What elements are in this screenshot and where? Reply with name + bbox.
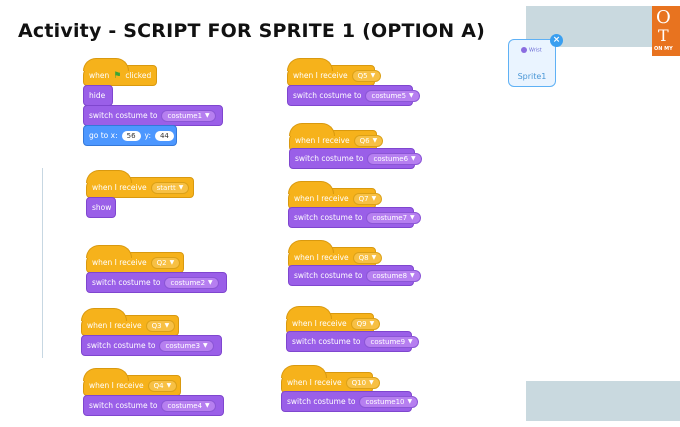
costume-dropdown[interactable]: costume8 ▼ — [366, 269, 421, 282]
dropdown-arrow-icon: ▼ — [369, 379, 374, 386]
switch-costume-block-5[interactable]: switch costume to costume5 ▼ — [287, 85, 420, 106]
sprite-thumbnail: Wrist — [521, 47, 545, 59]
dropdown-arrow-icon: ▼ — [371, 195, 377, 202]
message-dropdown[interactable]: Q5 ▼ — [351, 69, 382, 82]
hide-block[interactable]: hide — [83, 85, 113, 106]
dropdown-arrow-icon: ▼ — [370, 72, 376, 79]
dropdown-arrow-icon: ▼ — [169, 259, 175, 266]
when-receive-q2-block[interactable]: when I receive Q2 ▼ — [86, 245, 184, 273]
dropdown-arrow-icon: ▼ — [409, 92, 414, 99]
when-flag-clicked-block[interactable]: when ⚑ clicked — [83, 58, 157, 86]
dropdown-arrow-icon: ▼ — [203, 342, 208, 349]
when-receive-q7-block[interactable]: when I receive Q7 ▼ — [288, 181, 383, 209]
costume-dropdown[interactable]: costume9 ▼ — [364, 335, 419, 348]
when-receive-q10-block[interactable]: when I receive Q10 ▼ — [281, 365, 380, 393]
switch-costume-block-10[interactable]: switch costume to costume10 ▼ — [281, 391, 419, 412]
message-dropdown[interactable]: Q8 ▼ — [352, 251, 383, 264]
dropdown-arrow-icon: ▼ — [166, 382, 172, 389]
switch-costume-block-9[interactable]: switch costume to costume9 ▼ — [286, 331, 419, 352]
when-receive-q4-block[interactable]: when I receive Q4 ▼ — [83, 368, 181, 396]
switch-costume-block-2[interactable]: switch costume to costume2 ▼ — [86, 272, 227, 293]
switch-costume-block-3[interactable]: switch costume to costume3 ▼ — [81, 335, 222, 356]
when-receive-q3-block[interactable]: when I receive Q3 ▼ — [81, 308, 179, 336]
dropdown-arrow-icon: ▼ — [164, 322, 170, 329]
message-dropdown[interactable]: Q3 ▼ — [145, 319, 176, 332]
costume-dropdown[interactable]: costume10 ▼ — [359, 395, 419, 408]
close-icon[interactable]: × — [550, 34, 563, 47]
costume-dropdown[interactable]: costume3 ▼ — [159, 339, 214, 352]
dropdown-arrow-icon: ▼ — [372, 137, 378, 144]
when-receive-startt-block[interactable]: when I receive startt ▼ — [86, 170, 194, 198]
green-flag-icon: ⚑ — [113, 70, 122, 81]
message-dropdown[interactable]: Q7 ▼ — [352, 192, 383, 205]
sprite-card[interactable]: Wrist Sprite1 × — [508, 34, 563, 87]
y-input[interactable]: 44 — [154, 130, 174, 141]
message-dropdown[interactable]: Q6 ▼ — [353, 134, 384, 147]
message-dropdown[interactable]: Q2 ▼ — [150, 256, 181, 269]
costume-dropdown[interactable]: costume5 ▼ — [365, 89, 420, 102]
dropdown-arrow-icon: ▼ — [408, 338, 413, 345]
message-dropdown[interactable]: startt ▼ — [150, 181, 190, 194]
dropdown-arrow-icon: ▼ — [411, 155, 416, 162]
dropdown-arrow-icon: ▼ — [369, 320, 375, 327]
dropdown-arrow-icon: ▼ — [208, 279, 213, 286]
costume-dropdown[interactable]: costume2 ▼ — [164, 276, 219, 289]
dropdown-arrow-icon: ▼ — [205, 112, 210, 119]
page-title: Activity - SCRIPT FOR SPRITE 1 (OPTION A… — [18, 20, 485, 42]
show-block[interactable]: show — [86, 197, 116, 218]
switch-costume-block-6[interactable]: switch costume to costume6 ▼ — [289, 148, 422, 169]
switch-costume-block-4[interactable]: switch costume to costume4 ▼ — [83, 395, 224, 416]
dropdown-arrow-icon: ▼ — [410, 272, 415, 279]
costume-dropdown[interactable]: costume4 ▼ — [161, 399, 216, 412]
sprite-name: Sprite1 — [517, 72, 547, 81]
go-to-xy-block[interactable]: go to x: 56 y: 44 — [83, 125, 177, 146]
dropdown-arrow-icon: ▼ — [371, 254, 377, 261]
message-dropdown[interactable]: Q4 ▼ — [147, 379, 178, 392]
x-input[interactable]: 56 — [121, 130, 141, 141]
divider-line — [42, 168, 43, 358]
dropdown-arrow-icon: ▼ — [178, 184, 184, 191]
message-dropdown[interactable]: Q9 ▼ — [350, 317, 381, 330]
brand-logo: O T ON MY — [652, 6, 680, 56]
costume-dropdown[interactable]: costume1 ▼ — [161, 109, 216, 122]
switch-costume-block-7[interactable]: switch costume to costume7 ▼ — [288, 207, 421, 228]
dropdown-arrow-icon: ▼ — [407, 398, 413, 405]
switch-costume-block-1[interactable]: switch costume to costume1 ▼ — [83, 105, 223, 126]
costume-dropdown[interactable]: costume6 ▼ — [367, 152, 422, 165]
when-receive-q5-block[interactable]: when I receive Q5 ▼ — [287, 58, 382, 86]
dropdown-arrow-icon: ▼ — [410, 214, 415, 221]
decor-panel-bottom — [526, 381, 680, 421]
costume-dropdown[interactable]: costume7 ▼ — [366, 211, 421, 224]
message-dropdown[interactable]: Q10 ▼ — [345, 376, 380, 389]
dropdown-arrow-icon: ▼ — [205, 402, 210, 409]
switch-costume-block-8[interactable]: switch costume to costume8 ▼ — [288, 265, 421, 286]
